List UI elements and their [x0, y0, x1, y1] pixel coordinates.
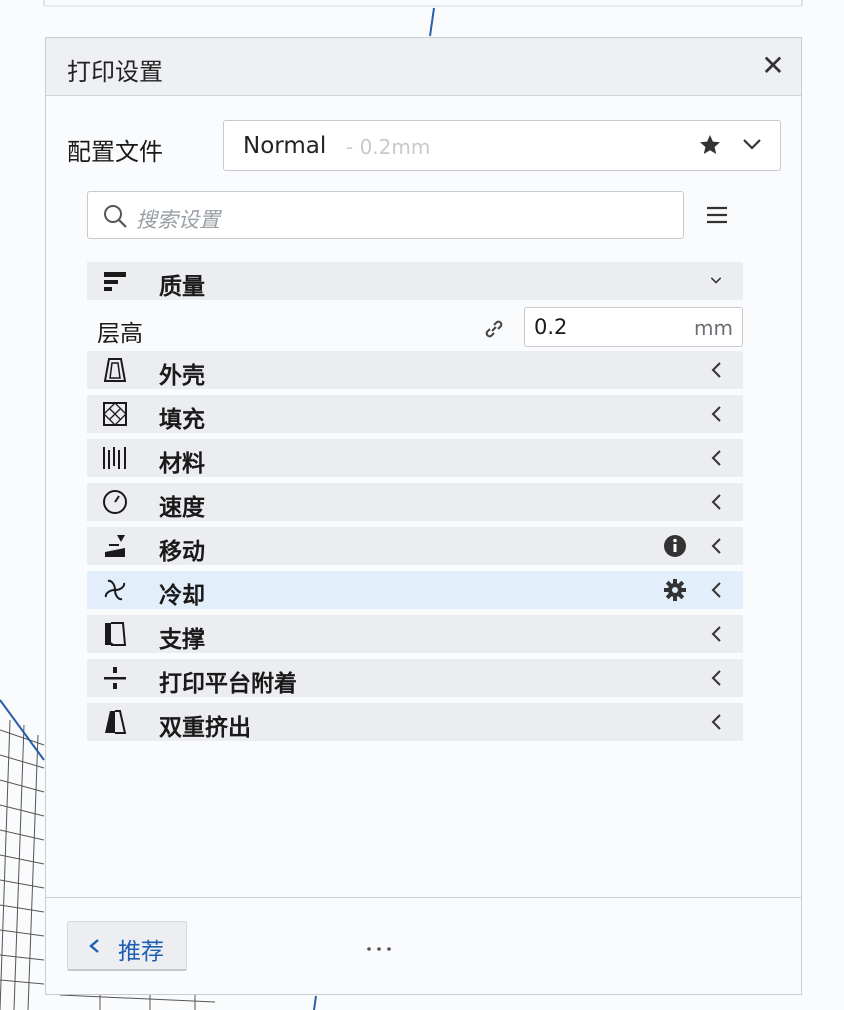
dual-extrusion-icon [105, 710, 127, 734]
close-button[interactable]: ✕ [757, 50, 789, 82]
speed-icon [103, 490, 127, 514]
profile-name: Normal [243, 133, 327, 159]
chevron-left-icon [89, 939, 99, 953]
setting-unit: mm [694, 316, 733, 340]
recommended-button[interactable]: 推荐 [67, 921, 187, 971]
category-infill[interactable]: 填充 [87, 395, 743, 433]
link-icon[interactable] [483, 318, 505, 340]
quality-icon [104, 272, 126, 291]
chevron-left-icon [711, 538, 721, 554]
category-label: 双重挤出 [159, 715, 251, 741]
profile-detail: - 0.2mm [346, 135, 431, 159]
chevron-left-icon [711, 450, 721, 466]
category-label: 打印平台附着 [159, 671, 297, 697]
layer-height-input[interactable]: 0.2 mm [524, 307, 743, 347]
category-material[interactable]: 材料 [87, 439, 743, 477]
search-icon [104, 205, 127, 228]
print-settings-panel: 打印设置 ✕ 配置文件 Normal - 0.2mm 搜索设置 质量 层高 0.… [45, 37, 802, 995]
setting-label: 层高 [97, 321, 143, 347]
category-shell[interactable]: 外壳 [87, 351, 743, 389]
category-adhesion[interactable]: 打印平台附着 [87, 659, 743, 697]
category-cooling[interactable]: 冷却 [87, 571, 743, 609]
chevron-left-icon [711, 670, 721, 686]
infill-icon [103, 402, 127, 426]
chevron-down-icon[interactable] [742, 137, 762, 151]
category-label: 外壳 [159, 363, 205, 389]
profile-select[interactable]: Normal - 0.2mm [223, 120, 781, 171]
category-speed[interactable]: 速度 [87, 483, 743, 521]
panel-header: 打印设置 ✕ [46, 38, 801, 96]
chevron-left-icon [711, 406, 721, 422]
panel-footer: 推荐 [46, 897, 801, 994]
chevron-left-icon [711, 494, 721, 510]
star-icon[interactable] [698, 133, 722, 157]
category-label: 材料 [159, 451, 205, 477]
gear-icon[interactable] [663, 578, 687, 602]
category-label: 移动 [159, 539, 205, 565]
category-label: 冷却 [159, 583, 205, 609]
chevron-left-icon [711, 626, 721, 642]
profile-label: 配置文件 [67, 138, 163, 166]
chevron-down-icon [710, 277, 722, 284]
category-quality[interactable]: 质量 [87, 262, 743, 300]
chevron-left-icon [711, 582, 721, 598]
category-label: 支撑 [159, 627, 205, 653]
adhesion-icon [104, 667, 126, 689]
chevron-left-icon [711, 362, 721, 378]
info-icon[interactable] [663, 534, 687, 558]
shell-icon [103, 358, 127, 382]
material-icon [103, 447, 126, 469]
search-placeholder: 搜索设置 [136, 208, 220, 232]
panel-title: 打印设置 [67, 58, 163, 86]
category-dual-extrusion[interactable]: 双重挤出 [87, 703, 743, 741]
category-support[interactable]: 支撑 [87, 615, 743, 653]
resize-handle[interactable] [364, 945, 394, 953]
travel-icon [105, 535, 125, 557]
viewport: 打印设置 ✕ 配置文件 Normal - 0.2mm 搜索设置 质量 层高 0.… [0, 0, 844, 1010]
search-input[interactable]: 搜索设置 [87, 191, 684, 239]
category-label: 速度 [159, 495, 205, 521]
setting-value: 0.2 [534, 315, 568, 339]
setting-row-layer-height: 层高 0.2 mm [87, 306, 743, 350]
menu-icon[interactable] [706, 206, 728, 224]
category-label: 质量 [159, 274, 205, 300]
category-label: 填充 [159, 407, 205, 433]
support-icon [105, 622, 127, 646]
chevron-left-icon [711, 714, 721, 730]
category-travel[interactable]: 移动 [87, 527, 743, 565]
recommended-label: 推荐 [118, 939, 164, 965]
cooling-icon [104, 579, 126, 601]
